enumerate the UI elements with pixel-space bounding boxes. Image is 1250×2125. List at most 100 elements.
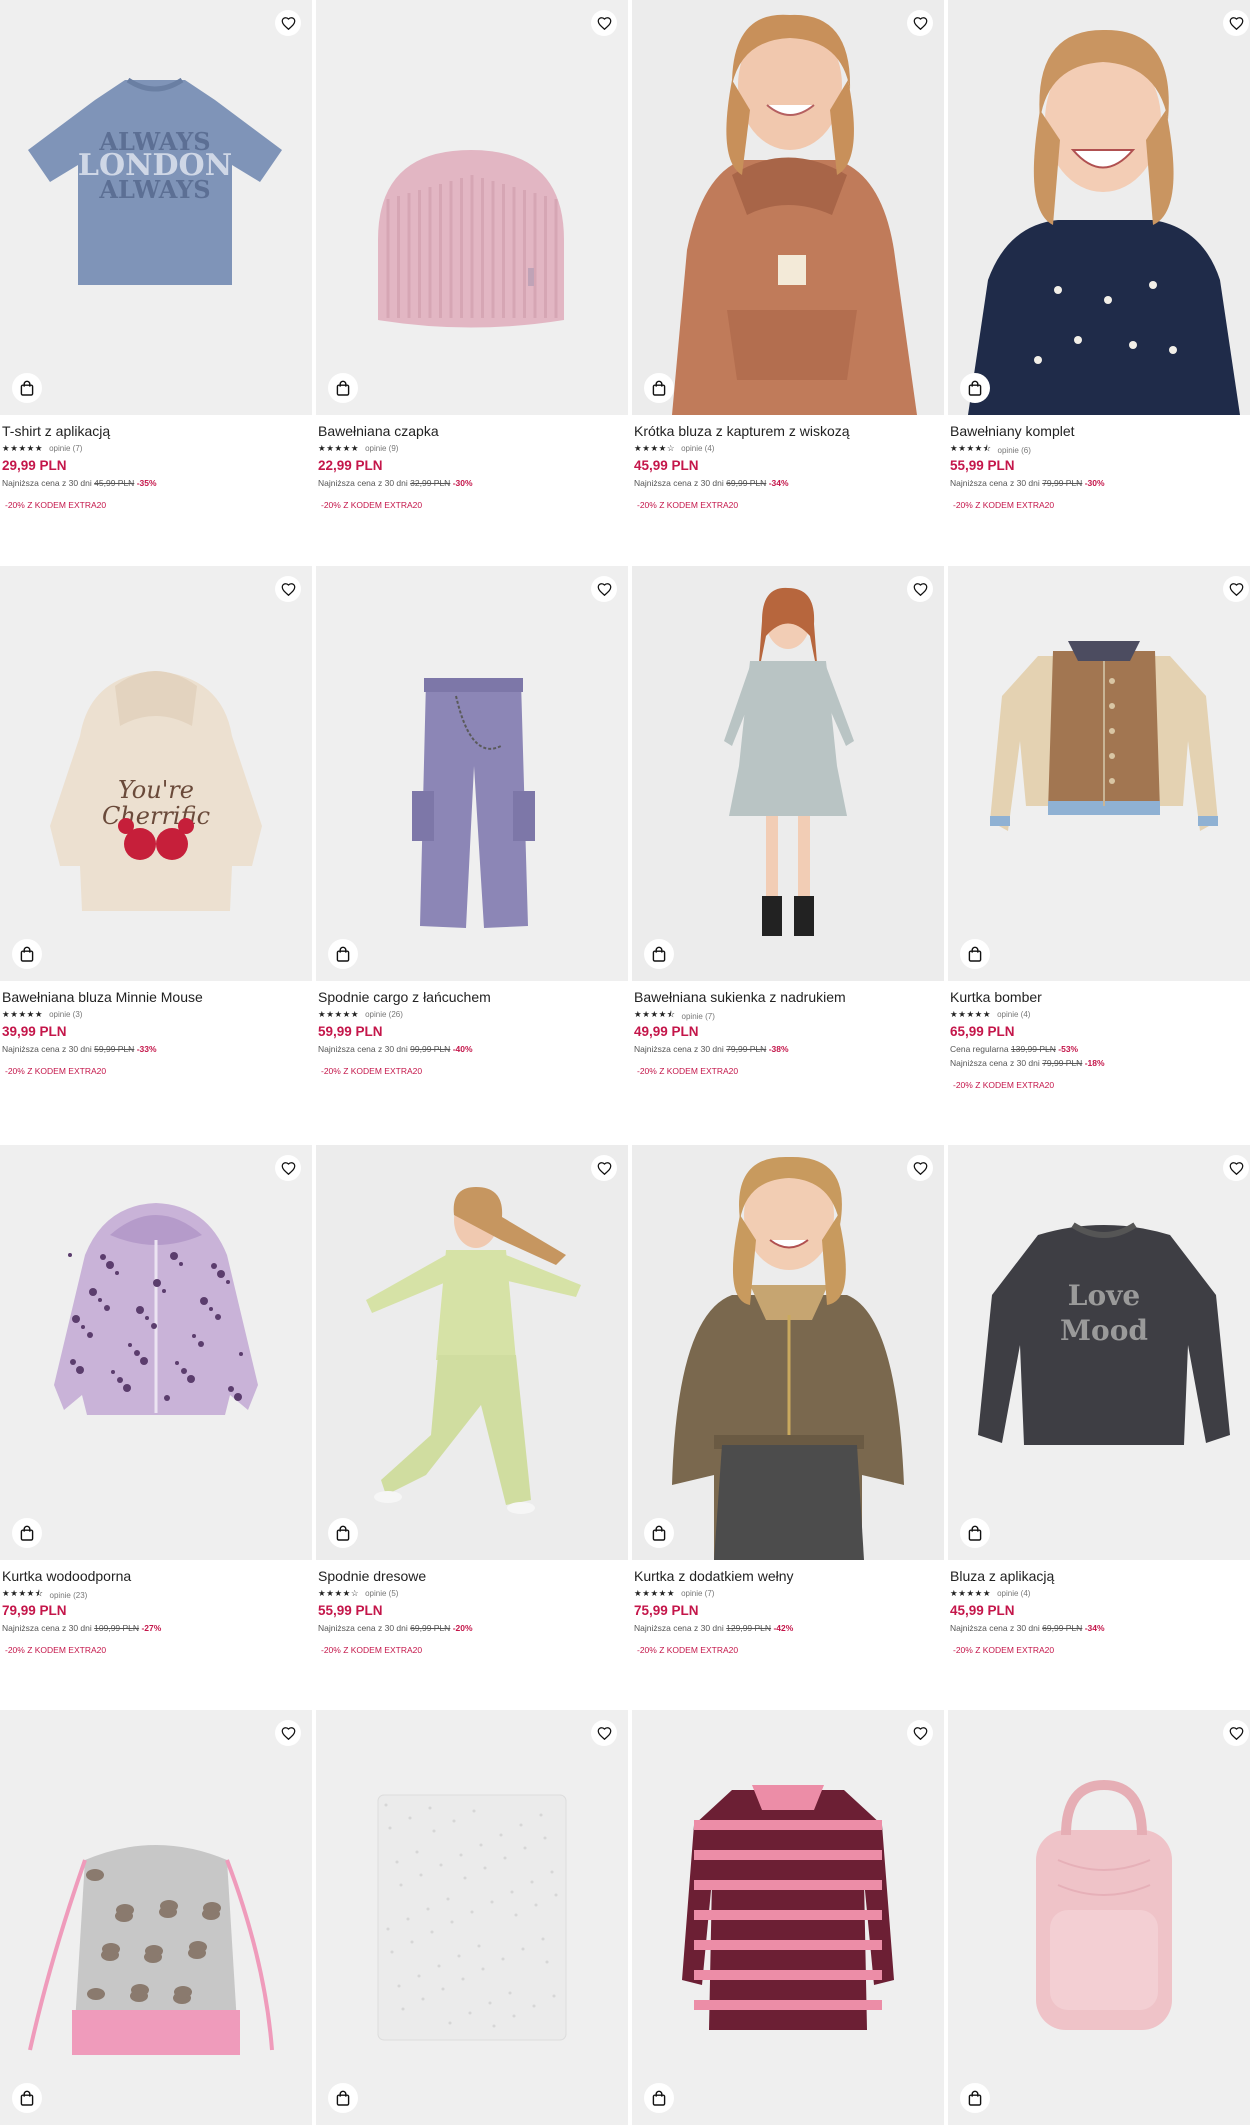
product-name[interactable]: Bluza z aplikacją [950, 1568, 1054, 1584]
product-image[interactable] [632, 1145, 944, 1560]
product-image[interactable] [316, 1145, 628, 1560]
product-card[interactable]: Kurtka bomber ★★★★★ opinie (4) 65,99 PLN… [948, 566, 1250, 1126]
product-image[interactable] [0, 1710, 312, 2125]
product-card[interactable]: Spodnie cargo z łańcuchem ★★★★★ opinie (… [316, 566, 628, 1126]
reviews-count[interactable]: opinie (26) [365, 1010, 403, 1019]
promo-code-label[interactable]: -20% Z KODEM EXTRA20 [5, 1066, 106, 1076]
reviews-count[interactable]: opinie (7) [682, 1012, 715, 1021]
reviews-count[interactable]: opinie (9) [365, 444, 398, 453]
product-card[interactable]: Bawełniana sukienka z nadrukiem ★★★★⯪ op… [632, 566, 944, 1126]
product-image[interactable] [632, 1710, 944, 2125]
product-card[interactable] [948, 1710, 1250, 2125]
product-name[interactable]: Bawełniana bluza Minnie Mouse [2, 989, 203, 1005]
wishlist-heart-icon[interactable] [907, 1155, 933, 1181]
wishlist-heart-icon[interactable] [907, 1720, 933, 1746]
product-image[interactable] [948, 1710, 1250, 2125]
add-to-cart-bag-icon[interactable] [328, 939, 358, 969]
add-to-cart-bag-icon[interactable] [12, 1518, 42, 1548]
add-to-cart-bag-icon[interactable] [960, 373, 990, 403]
product-name[interactable]: Bawełniana czapka [318, 423, 439, 439]
product-image[interactable] [0, 1145, 312, 1560]
wishlist-heart-icon[interactable] [1223, 576, 1249, 602]
product-card[interactable]: Krótka bluza z kapturem z wiskozą ★★★★☆ … [632, 0, 944, 560]
add-to-cart-bag-icon[interactable] [960, 2083, 990, 2113]
promo-code-label[interactable]: -20% Z KODEM EXTRA20 [5, 1645, 106, 1655]
wishlist-heart-icon[interactable] [907, 10, 933, 36]
reviews-count[interactable]: opinie (4) [681, 444, 714, 453]
promo-code-label[interactable]: -20% Z KODEM EXTRA20 [953, 1645, 1054, 1655]
reviews-count[interactable]: opinie (5) [365, 1589, 398, 1598]
wishlist-heart-icon[interactable] [1223, 1720, 1249, 1746]
product-card[interactable]: Love Mood Bluza z aplikacją ★★★★★ opinie… [948, 1145, 1250, 1705]
add-to-cart-bag-icon[interactable] [960, 939, 990, 969]
wishlist-heart-icon[interactable] [591, 576, 617, 602]
add-to-cart-bag-icon[interactable] [644, 1518, 674, 1548]
promo-code-label[interactable]: -20% Z KODEM EXTRA20 [637, 1066, 738, 1076]
product-card[interactable]: Kurtka wodoodporna ★★★★⯪ opinie (23) 79,… [0, 1145, 312, 1705]
product-image[interactable] [948, 566, 1250, 981]
product-card[interactable]: Bawełniana czapka ★★★★★ opinie (9) 22,99… [316, 0, 628, 560]
promo-code-label[interactable]: -20% Z KODEM EXTRA20 [321, 1645, 422, 1655]
reviews-count[interactable]: opinie (6) [998, 446, 1031, 455]
product-name[interactable]: Kurtka z dodatkiem wełny [634, 1568, 794, 1584]
product-card[interactable]: LONDON ALWAYS ALWAYS T-shirt z aplikacją… [0, 0, 312, 560]
wishlist-heart-icon[interactable] [1223, 10, 1249, 36]
wishlist-heart-icon[interactable] [275, 1155, 301, 1181]
product-image[interactable]: You're Cherrific [0, 566, 312, 981]
product-name[interactable]: T-shirt z aplikacją [2, 423, 110, 439]
promo-code-label[interactable]: -20% Z KODEM EXTRA20 [637, 1645, 738, 1655]
product-name[interactable]: Bawełniany komplet [950, 423, 1075, 439]
promo-code-label[interactable]: -20% Z KODEM EXTRA20 [953, 1080, 1054, 1090]
product-card[interactable]: You're Cherrific Bawełniana bluza Minnie… [0, 566, 312, 1126]
reviews-count[interactable]: opinie (4) [997, 1010, 1030, 1019]
reviews-count[interactable]: opinie (4) [997, 1589, 1030, 1598]
product-image[interactable] [632, 0, 944, 415]
reviews-count[interactable]: opinie (7) [49, 444, 82, 453]
add-to-cart-bag-icon[interactable] [960, 1518, 990, 1548]
product-image[interactable]: LONDON ALWAYS ALWAYS [0, 0, 312, 415]
add-to-cart-bag-icon[interactable] [328, 2083, 358, 2113]
product-name[interactable]: Kurtka wodoodporna [2, 1568, 131, 1584]
add-to-cart-bag-icon[interactable] [12, 939, 42, 969]
product-image[interactable] [632, 566, 944, 981]
reviews-count[interactable]: opinie (23) [50, 1591, 88, 1600]
wishlist-heart-icon[interactable] [275, 1720, 301, 1746]
product-image[interactable] [948, 0, 1250, 415]
promo-code-label[interactable]: -20% Z KODEM EXTRA20 [953, 500, 1054, 510]
promo-code-label[interactable]: -20% Z KODEM EXTRA20 [321, 500, 422, 510]
product-name[interactable]: Bawełniana sukienka z nadrukiem [634, 989, 846, 1005]
promo-code-label[interactable]: -20% Z KODEM EXTRA20 [321, 1066, 422, 1076]
add-to-cart-bag-icon[interactable] [328, 373, 358, 403]
add-to-cart-bag-icon[interactable] [12, 373, 42, 403]
reviews-count[interactable]: opinie (7) [681, 1589, 714, 1598]
product-card[interactable]: Bawełniany komplet ★★★★⯪ opinie (6) 55,9… [948, 0, 1250, 560]
product-card[interactable]: Kurtka z dodatkiem wełny ★★★★★ opinie (7… [632, 1145, 944, 1705]
product-image[interactable] [316, 1710, 628, 2125]
reviews-count[interactable]: opinie (3) [49, 1010, 82, 1019]
add-to-cart-bag-icon[interactable] [644, 373, 674, 403]
product-name[interactable]: Kurtka bomber [950, 989, 1042, 1005]
product-image[interactable] [316, 566, 628, 981]
add-to-cart-bag-icon[interactable] [644, 2083, 674, 2113]
product-image[interactable] [316, 0, 628, 415]
product-image[interactable]: Love Mood [948, 1145, 1250, 1560]
add-to-cart-bag-icon[interactable] [12, 2083, 42, 2113]
wishlist-heart-icon[interactable] [591, 1720, 617, 1746]
wishlist-heart-icon[interactable] [907, 576, 933, 602]
product-name[interactable]: Spodnie dresowe [318, 1568, 426, 1584]
wishlist-heart-icon[interactable] [591, 10, 617, 36]
promo-code-label[interactable]: -20% Z KODEM EXTRA20 [637, 500, 738, 510]
wishlist-heart-icon[interactable] [275, 576, 301, 602]
product-name[interactable]: Spodnie cargo z łańcuchem [318, 989, 491, 1005]
wishlist-heart-icon[interactable] [1223, 1155, 1249, 1181]
product-card[interactable] [0, 1710, 312, 2125]
product-card[interactable]: Spodnie dresowe ★★★★☆ opinie (5) 55,99 P… [316, 1145, 628, 1705]
product-card[interactable] [316, 1710, 628, 2125]
product-name[interactable]: Krótka bluza z kapturem z wiskozą [634, 423, 850, 439]
product-card[interactable] [632, 1710, 944, 2125]
wishlist-heart-icon[interactable] [275, 10, 301, 36]
add-to-cart-bag-icon[interactable] [328, 1518, 358, 1548]
wishlist-heart-icon[interactable] [591, 1155, 617, 1181]
promo-code-label[interactable]: -20% Z KODEM EXTRA20 [5, 500, 106, 510]
add-to-cart-bag-icon[interactable] [644, 939, 674, 969]
